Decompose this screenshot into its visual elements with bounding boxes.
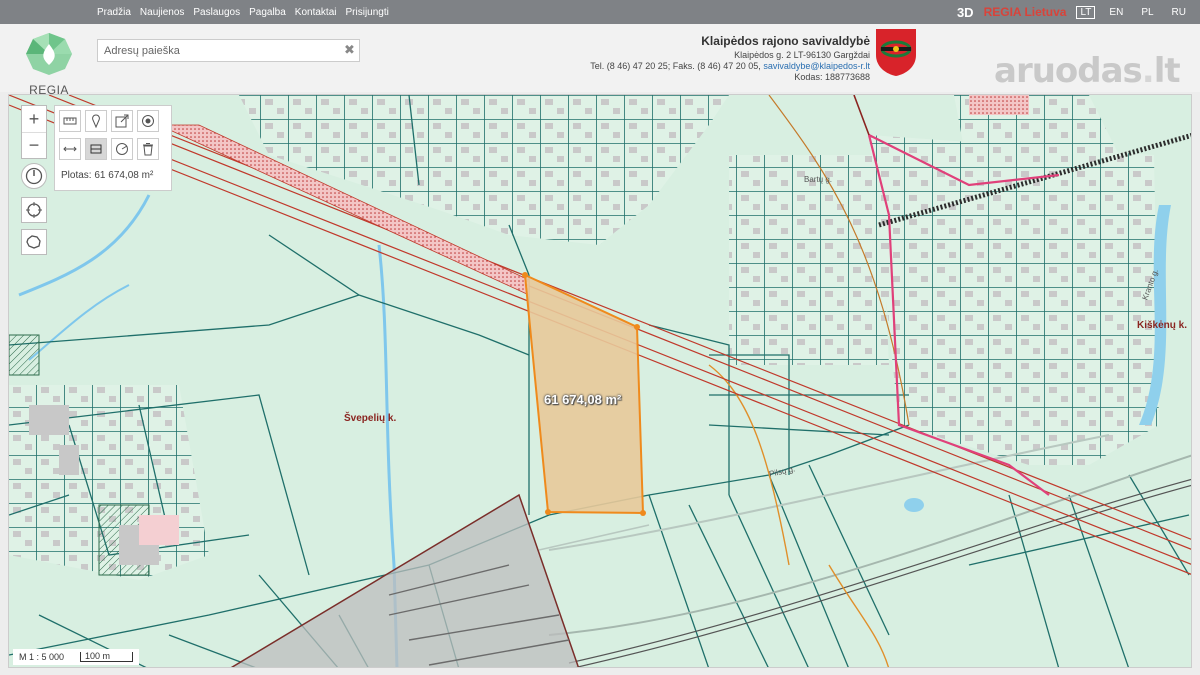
language-ru[interactable]: RU [1168, 6, 1190, 19]
trash-icon [143, 143, 153, 156]
language-pl[interactable]: PL [1137, 6, 1157, 19]
menu-item-home[interactable]: Pradžia [97, 7, 131, 18]
compass-button[interactable] [21, 163, 47, 189]
export-button[interactable] [111, 110, 133, 132]
municipality-email-link[interactable]: savivaldybe@klaipedos-r.lt [763, 61, 870, 71]
municipality-contacts: Tel. (8 46) 47 20 25; Faks. (8 46) 47 20… [590, 61, 870, 72]
radius-icon [116, 143, 128, 155]
delete-measurement-button[interactable] [137, 138, 159, 160]
top-right-controls: 3D REGIA Lietuva LT EN PL RU [957, 0, 1190, 24]
regia-lietuva-link[interactable]: REGIA Lietuva [984, 5, 1067, 19]
point-tool-button[interactable] [137, 110, 159, 132]
area-icon [90, 144, 102, 154]
watermark-tld: lt [1153, 51, 1181, 91]
region-button[interactable] [21, 229, 47, 255]
menu-item-login[interactable]: Prisijungti [346, 7, 389, 18]
village-label-kiskenai: Kiškėnų k. [1137, 320, 1188, 331]
scale-ratio: M 1 : 5 000 [19, 652, 65, 662]
street-label-bartu: Bartų g. [804, 175, 833, 184]
zoom-control: + − [21, 105, 47, 159]
header: REGIA ✖ Klaipėdos rajono savivaldybė Kla… [0, 24, 1200, 97]
map-scale: M 1 : 5 000 100 m [13, 649, 140, 665]
locate-button[interactable] [21, 197, 47, 223]
regia-logo-icon [26, 33, 72, 75]
measure-distance-button[interactable] [59, 110, 81, 132]
measure-tool-panel: Plotas: 61 674,08 m² [54, 105, 172, 191]
main-menu: Pradžia Naujienos Paslaugos Pagalba Kont… [97, 0, 389, 24]
menu-item-help[interactable]: Pagalba [249, 7, 286, 18]
menu-item-services[interactable]: Paslaugos [193, 7, 240, 18]
municipality-phone: Tel. (8 46) 47 20 25; Faks. (8 46) 47 20… [590, 61, 764, 71]
map-view[interactable]: 61 674,08 m² Švepelių k. Kiškėnų k. Bart… [8, 94, 1192, 668]
measure-radius-button[interactable] [111, 138, 133, 160]
municipality-info: Klaipėdos rajono savivaldybė Klaipėdos g… [590, 34, 870, 83]
compass-icon [25, 167, 43, 185]
municipality-address: Klaipėdos g. 2 LT-96130 Gargždai [734, 50, 870, 60]
language-lt[interactable]: LT [1076, 5, 1096, 19]
measured-area-label: 61 674,08 m² [544, 392, 622, 407]
watermark-text: aruodas [994, 51, 1143, 91]
zoom-in-button[interactable]: + [22, 106, 46, 132]
clear-search-icon[interactable]: ✖ [344, 42, 355, 58]
address-search-input[interactable] [97, 39, 360, 62]
crosshair-icon [26, 202, 42, 218]
language-en[interactable]: EN [1105, 6, 1127, 19]
length-icon [63, 146, 77, 152]
ruler-icon [63, 117, 77, 125]
village-label-svepeliai: Švepelių k. [344, 413, 397, 424]
measure-area-button[interactable] [85, 138, 107, 160]
municipality-code: Kodas: 188773688 [794, 72, 870, 82]
menu-item-contacts[interactable]: Kontaktai [295, 7, 337, 18]
menu-item-news[interactable]: Naujienos [140, 7, 184, 18]
3d-mode-button[interactable]: 3D [957, 5, 974, 20]
municipality-name: Klaipėdos rajono savivaldybė [701, 34, 870, 48]
target-point-icon [142, 115, 154, 127]
scale-bar: 100 m [80, 652, 134, 662]
zoom-out-button[interactable]: − [22, 132, 46, 158]
measure-length-button[interactable] [59, 138, 81, 160]
watermark-dot: . [1141, 51, 1155, 91]
regia-logo[interactable]: REGIA [22, 32, 76, 97]
municipality-crest-icon [876, 29, 916, 76]
add-marker-button[interactable] [85, 110, 107, 132]
map-region-icon [26, 235, 41, 249]
area-measurement-readout: Plotas: 61 674,08 m² [61, 170, 154, 181]
map-canvas[interactable] [9, 95, 1192, 668]
top-navigation-bar: Pradžia Naujienos Paslaugos Pagalba Kont… [0, 0, 1200, 24]
aruodas-watermark: aruodas.lt [994, 51, 1181, 91]
export-icon [115, 114, 129, 128]
map-pin-icon [92, 114, 100, 128]
